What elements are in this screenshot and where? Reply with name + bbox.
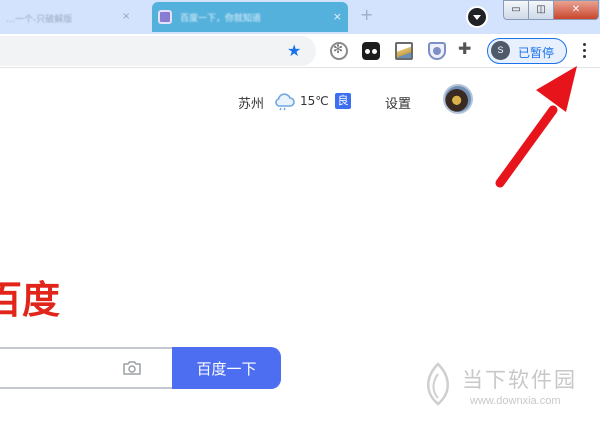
browser-toolbar: ★ ✚ S 已暂停 (0, 34, 600, 68)
active-tab[interactable]: 百度一下，你就知道 × (152, 2, 348, 32)
tab-favicon-icon (158, 10, 172, 24)
camera-icon[interactable] (122, 360, 142, 376)
weather-temperature: 15℃ (300, 94, 329, 108)
settings-link[interactable]: 设置 (385, 93, 411, 112)
window-minimize-button[interactable]: ▭ (503, 0, 529, 20)
browser-title-bar: …一个-只破解版 × 百度一下，你就知道 × + ▭ ◫ ✕ (0, 0, 600, 34)
shield-extension-icon[interactable] (428, 42, 446, 60)
puzzle-icon[interactable]: ✚ (458, 39, 471, 58)
image-extension-icon[interactable] (395, 42, 413, 60)
browser-menu-button[interactable] (580, 41, 590, 61)
tab-search-button[interactable] (466, 6, 488, 28)
weather-city[interactable]: 苏州 (238, 93, 264, 112)
tampermonkey-icon[interactable] (362, 42, 380, 60)
three-dots-vertical-icon (583, 49, 586, 52)
active-tab-title: 百度一下，你就知道 (180, 14, 262, 24)
three-dots-vertical-icon (583, 43, 586, 46)
window-maximize-button[interactable]: ◫ (528, 0, 554, 20)
profile-avatar: S (491, 41, 510, 60)
new-tab-button[interactable]: + (360, 5, 373, 24)
baidu-logo: 百度 (0, 278, 61, 322)
address-bar[interactable]: ★ (0, 36, 316, 66)
flower-extension-icon[interactable] (330, 42, 348, 60)
air-quality-badge: 良 (335, 93, 351, 109)
profile-sync-button[interactable]: S 已暂停 (487, 38, 567, 64)
search-button[interactable]: 百度一下 (172, 347, 281, 389)
window-close-button[interactable]: ✕ (553, 0, 599, 20)
active-tab-close-icon[interactable]: × (333, 10, 342, 23)
background-tab-close-icon[interactable]: × (122, 11, 130, 22)
cloud-icon (275, 93, 295, 111)
bookmark-star-icon[interactable]: ★ (287, 41, 301, 60)
three-dots-vertical-icon (583, 55, 586, 58)
search-input[interactable] (0, 347, 176, 389)
watermark-url: www.downxia.com (470, 395, 561, 407)
background-tab-title: …一个-只破解版 (6, 15, 73, 25)
watermark-name: 当下软件园 (462, 368, 577, 392)
user-avatar[interactable] (443, 84, 473, 114)
watermark-logo-icon (427, 362, 449, 406)
profile-status-label: 已暂停 (518, 46, 555, 60)
